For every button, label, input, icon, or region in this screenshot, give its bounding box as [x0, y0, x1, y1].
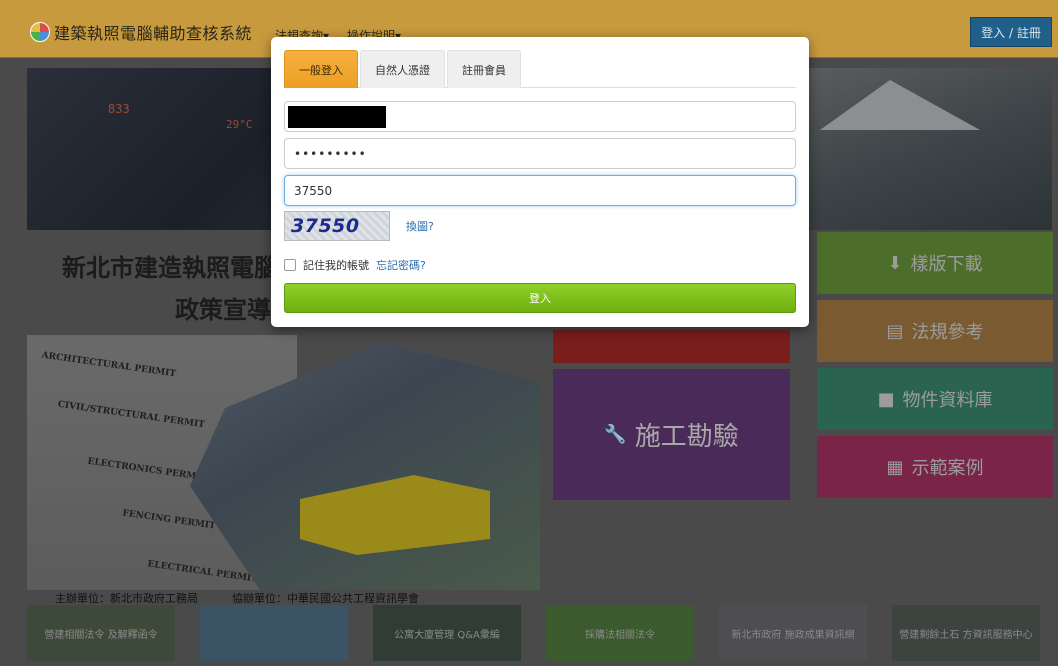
download-icon: ⬇ [887, 252, 903, 274]
banner-link[interactable] [200, 605, 348, 661]
username-field[interactable] [284, 101, 796, 132]
permit-label: ELECTRONICS PERMIT [86, 456, 208, 484]
captcha-image-text: 37550 [291, 215, 360, 237]
captcha-image: 37550 [284, 211, 390, 241]
remember-row: 記住我的帳號 忘記密碼? [284, 257, 426, 273]
captcha-row: 37550 換圖? [284, 211, 434, 241]
sponsors: 主辦單位：新北市政府工務局 協辦單位：中華民國公共工程資訊學會 [55, 590, 419, 606]
captcha-input-value: 37550 [294, 183, 333, 198]
tile-materials-label: 物件資料庫 [902, 390, 993, 411]
brand[interactable]: 建築執照電腦輔助查核系統 [30, 20, 252, 44]
tile-regulations-label: 法規參考 [911, 322, 984, 343]
tile-template-download[interactable]: ⬇ 樣版下載 [817, 232, 1053, 294]
banner-link[interactable]: 新北市政府 施政成果資訊網 [719, 605, 867, 661]
remember-label: 記住我的帳號 [303, 259, 369, 272]
tile-template-label: 樣版下載 [910, 254, 983, 275]
grid-icon: ▦ [886, 456, 904, 478]
wrench-icon: 🔧 [604, 424, 627, 445]
page-title-line2: 政策宣導 [175, 295, 271, 324]
brand-logo-icon [30, 22, 50, 42]
banner-link[interactable]: 營建剩餘土石 方資訊服務中心 [892, 605, 1040, 661]
refresh-captcha-link[interactable]: 換圖? [406, 218, 434, 234]
login-modal: 一般登入 自然人憑證 註冊會員 ••••••••• 37550 37550 換圖… [271, 37, 809, 327]
captcha-input[interactable]: 37550 [284, 175, 796, 206]
tab-certificate-login[interactable]: 自然人憑證 [360, 50, 445, 88]
tab-register[interactable]: 註冊會員 [447, 50, 521, 88]
sponsor-host: 主辦單位：新北市政府工務局 [55, 592, 198, 605]
password-field[interactable]: ••••••••• [284, 138, 796, 169]
password-mask: ••••••••• [294, 146, 367, 161]
banner-link[interactable]: 營建相關法令 及解釋函令 [27, 605, 175, 661]
permit-label: FENCING PERMIT [121, 508, 217, 532]
hero-temp-display: 29°C [226, 118, 253, 131]
tile-examples[interactable]: ▦ 示範案例 [817, 436, 1053, 498]
tile-regulations[interactable]: ▤ 法規參考 [817, 300, 1053, 362]
tile-construction-inspection[interactable]: 🔧 施工勘驗 [553, 369, 790, 500]
banner-link[interactable]: 採購法相關法令 [546, 605, 694, 661]
tab-general-login[interactable]: 一般登入 [284, 50, 358, 88]
permit-label: CIVIL/STRUCTURAL PERMIT [57, 399, 206, 431]
tent-canopy-graphic [820, 80, 980, 130]
tile-construction-label: 施工勘驗 [634, 422, 739, 452]
brand-title: 建築執照電腦輔助查核系統 [54, 24, 253, 43]
remember-checkbox[interactable] [284, 259, 296, 271]
sponsor-co: 協辦單位：中華民國公共工程資訊學會 [232, 592, 419, 605]
login-tabs: 一般登入 自然人憑證 註冊會員 [284, 50, 796, 88]
tile-examples-label: 示範案例 [911, 458, 984, 479]
banner-links: 營建相關法令 及解釋函令 公寓大廈管理 Q&A彙編 採購法相關法令 新北市政府 … [27, 605, 1053, 663]
hero-clock-display: 833 [108, 102, 130, 116]
page-title-line1: 新北市建造執照電腦 [62, 253, 278, 282]
folder-icon: ■ [877, 388, 895, 410]
permit-label: ARCHITECTURAL PERMIT [40, 350, 177, 380]
banner-link[interactable]: 公寓大廈管理 Q&A彙編 [373, 605, 521, 661]
forgot-password-link[interactable]: 忘記密碼? [376, 257, 426, 273]
permit-label: ELECTRICAL PERMIT [146, 559, 259, 585]
document-icon: ▤ [886, 320, 904, 342]
redacted-username [288, 105, 386, 128]
nav-login-button[interactable]: 登入 / 註冊 [970, 17, 1052, 47]
tile-red[interactable] [553, 330, 790, 363]
login-button[interactable]: 登入 [284, 283, 796, 313]
tile-materials-database[interactable]: ■ 物件資料庫 [817, 368, 1053, 430]
